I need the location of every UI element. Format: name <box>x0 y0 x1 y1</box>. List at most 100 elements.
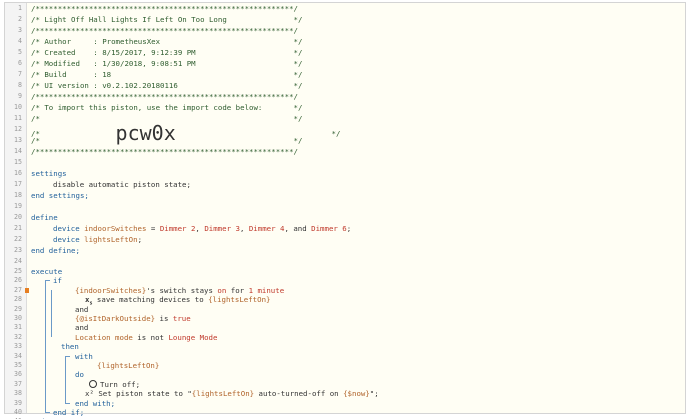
end-settings-keyword: end settings; <box>31 191 89 200</box>
code-line-30: 30 {@isItDarkOutside} is true <box>5 314 685 323</box>
line-number: 30 <box>14 314 22 322</box>
semicolon: ; <box>137 235 143 244</box>
execute-keyword[interactable]: execute <box>31 267 62 276</box>
code-line-20: 20 define <box>5 212 685 223</box>
code-line-18: 18 end settings; <box>5 190 685 201</box>
turn-off-command[interactable]: Turn off; <box>89 379 141 389</box>
line-number: 26 <box>14 276 22 285</box>
command-text: Turn off; <box>100 379 141 389</box>
separator: , and <box>284 224 312 233</box>
line-number: 7 <box>18 70 22 78</box>
line-number: 17 <box>14 180 22 188</box>
code-line-5: 5 /* Created : 8/15/2017, 9:12:39 PM */ <box>5 47 685 58</box>
duration-literal: 1 minute <box>248 285 285 295</box>
line-number: 13 <box>14 136 22 144</box>
define-keyword[interactable]: define <box>31 212 58 223</box>
line-number: 6 <box>18 59 22 67</box>
line-number: 8 <box>18 81 22 89</box>
end-if-keyword[interactable]: end if; <box>53 408 84 417</box>
and-operator[interactable]: and <box>75 323 88 332</box>
line-number: 2 <box>18 15 22 23</box>
line-number: 37 <box>14 379 22 388</box>
comment-text: /* To import this piston, use the import… <box>31 103 303 112</box>
with-keyword[interactable]: with <box>75 352 93 361</box>
variable-ref: {lightsLeftOn} <box>208 295 271 305</box>
statement-text: Set piston state to " <box>93 389 192 399</box>
code-line-27: 27 {indoorSwitches}'s switch stays on for… <box>5 286 685 295</box>
line-number: 40 <box>14 408 22 416</box>
location-mode-ref: Location mode <box>75 332 133 342</box>
line-number: 9 <box>18 92 22 100</box>
condition-text: 's switch stays <box>146 285 218 295</box>
line-number: 18 <box>14 191 22 199</box>
code-line-14: 14 /*************************************… <box>5 146 685 157</box>
and-operator[interactable]: and <box>75 305 88 314</box>
variable-superscript-icon: x² <box>85 389 94 399</box>
then-keyword[interactable]: then <box>61 342 79 351</box>
statement-text: auto-turned-off on <box>254 389 344 399</box>
code-line-15: 15 <box>5 157 685 168</box>
condition-dark-outside[interactable]: {@isItDarkOutside} is true <box>75 314 191 323</box>
code-line-6: 6 /* Modified : 1/30/2018, 9:08:51 PM */ <box>5 58 685 69</box>
code-line-10: 10 /* To import this piston, use the impo… <box>5 102 685 113</box>
code-line-36: 36 do <box>5 370 685 379</box>
statement-text: save matching devices to <box>92 295 209 305</box>
line-number: 11 <box>14 114 22 122</box>
line-number: 33 <box>14 342 22 351</box>
code-line-25: 25 execute <box>5 267 685 276</box>
semicolon: ; <box>346 224 352 233</box>
comment-text: /* Author : PrometheusXex */ <box>31 37 303 46</box>
device-name: Dimmer 3 <box>204 224 240 233</box>
separator: , <box>195 224 205 233</box>
settings-statement[interactable]: disable automatic piston state; <box>53 179 191 190</box>
line-number: 36 <box>14 370 22 379</box>
statement-text: "; <box>369 389 379 399</box>
code-line-17: 17 disable automatic piston state; <box>5 179 685 190</box>
line-number: 14 <box>14 147 22 155</box>
comment-text: /* Modified : 1/30/2018, 9:08:51 PM */ <box>31 59 303 68</box>
device-keyword: device <box>53 224 80 233</box>
line-number: 25 <box>14 267 22 275</box>
value-literal: on <box>217 285 227 295</box>
variable-ref: {@isItDarkOutside} <box>75 314 156 323</box>
comment-text: /* Light Off Hall Lights If Left On Too … <box>31 15 303 24</box>
line-number: 16 <box>14 169 22 177</box>
comment-text: /***************************************… <box>31 92 298 101</box>
define-indoor-switches[interactable]: device indoorSwitches = Dimmer 2, Dimmer… <box>53 223 351 234</box>
end-if-text: end if; <box>53 408 85 417</box>
condition-location-mode[interactable]: Location mode is not Lounge Mode <box>75 333 217 342</box>
line-number: 12 <box>14 125 22 133</box>
line-number: 20 <box>14 213 22 221</box>
do-keyword[interactable]: do <box>75 370 84 379</box>
code-line-7: 7 /* Build : 18 */ <box>5 69 685 80</box>
define-lights-left-on[interactable]: device lightsLeftOn; <box>53 234 142 245</box>
set-piston-state[interactable]: x² Set piston state to "{lightsLeftOn} a… <box>85 389 379 398</box>
code-frame: 1 /**************************************… <box>4 2 686 419</box>
piston-code-viewer: 1 /**************************************… <box>0 0 690 419</box>
variable-ref[interactable]: {lightsLeftOn} <box>97 361 159 370</box>
line-number: 22 <box>14 235 22 243</box>
line-number: 24 <box>14 257 22 265</box>
condition-switch-stays-on[interactable]: {indoorSwitches}'s switch stays on for 1… <box>75 286 284 295</box>
line-number: 15 <box>14 158 22 166</box>
code-line-40: 40 end if; <box>5 408 685 417</box>
line-number: 28 <box>14 295 22 304</box>
if-keyword[interactable]: if <box>53 276 62 285</box>
line-number: 35 <box>14 361 22 369</box>
line-number: 21 <box>14 224 22 232</box>
condition-text: for <box>226 285 249 295</box>
condition-text: is <box>155 314 173 323</box>
comment-text: /* Build : 18 */ <box>31 70 303 79</box>
device-name: Dimmer 2 <box>159 224 196 233</box>
code-line-29: 29 and <box>5 305 685 314</box>
power-circle-icon <box>89 379 97 388</box>
end-with-keyword[interactable]: end with; <box>75 399 115 408</box>
separator: , <box>239 224 249 233</box>
code-line-1: 1 /**************************************… <box>5 3 685 14</box>
condition-text: is not <box>132 332 169 342</box>
line-number: 1 <box>18 4 22 12</box>
line-number: 34 <box>14 351 22 360</box>
end-define-keyword: end define; <box>31 246 80 255</box>
line-number: 31 <box>14 323 22 332</box>
settings-keyword[interactable]: settings <box>31 168 67 179</box>
